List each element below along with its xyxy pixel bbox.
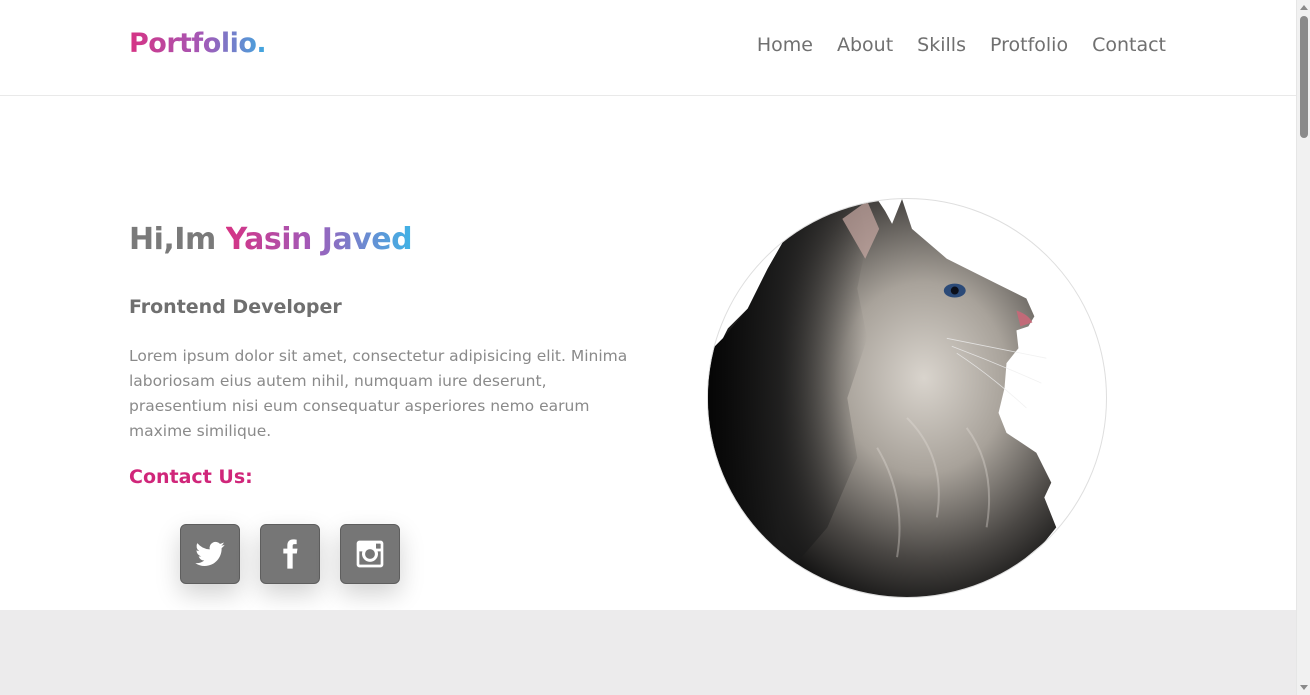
- greeting-prefix: Hi,Im: [129, 222, 226, 257]
- facebook-icon: [283, 539, 298, 569]
- facebook-button[interactable]: [260, 524, 320, 584]
- vertical-scrollbar[interactable]: [1296, 0, 1310, 695]
- hero-role: Frontend Developer: [129, 296, 342, 318]
- nav-home[interactable]: Home: [757, 34, 813, 56]
- instagram-icon: [356, 540, 384, 568]
- hero-greeting: Hi,Im Yasin Javed: [129, 222, 413, 257]
- twitter-icon: [195, 541, 225, 566]
- logo[interactable]: Portfolio.: [129, 28, 267, 59]
- scroll-up-arrow-icon[interactable]: [1300, 5, 1308, 10]
- scroll-down-arrow-icon[interactable]: [1300, 685, 1308, 690]
- next-section-band: [0, 610, 1296, 695]
- main-nav: Home About Skills Protfolio Contact: [757, 34, 1166, 56]
- profile-photo: [707, 198, 1107, 598]
- nav-contact[interactable]: Contact: [1092, 34, 1166, 56]
- cat-portrait-image: [708, 199, 1057, 597]
- twitter-button[interactable]: [180, 524, 240, 584]
- social-links: [180, 524, 400, 584]
- hero-name: Yasin Javed: [225, 222, 413, 257]
- hero-intro: Lorem ipsum dolor sit amet, consectetur …: [129, 347, 628, 440]
- nav-skills[interactable]: Skills: [917, 34, 966, 56]
- nav-portfolio[interactable]: Protfolio: [990, 34, 1068, 56]
- contact-title: Contact Us:: [129, 466, 253, 488]
- site-header: Portfolio. Home About Skills Protfolio C…: [0, 0, 1296, 96]
- nav-about[interactable]: About: [837, 34, 893, 56]
- scroll-thumb[interactable]: [1300, 16, 1308, 138]
- instagram-button[interactable]: [340, 524, 400, 584]
- page: Portfolio. Home About Skills Protfolio C…: [0, 0, 1296, 695]
